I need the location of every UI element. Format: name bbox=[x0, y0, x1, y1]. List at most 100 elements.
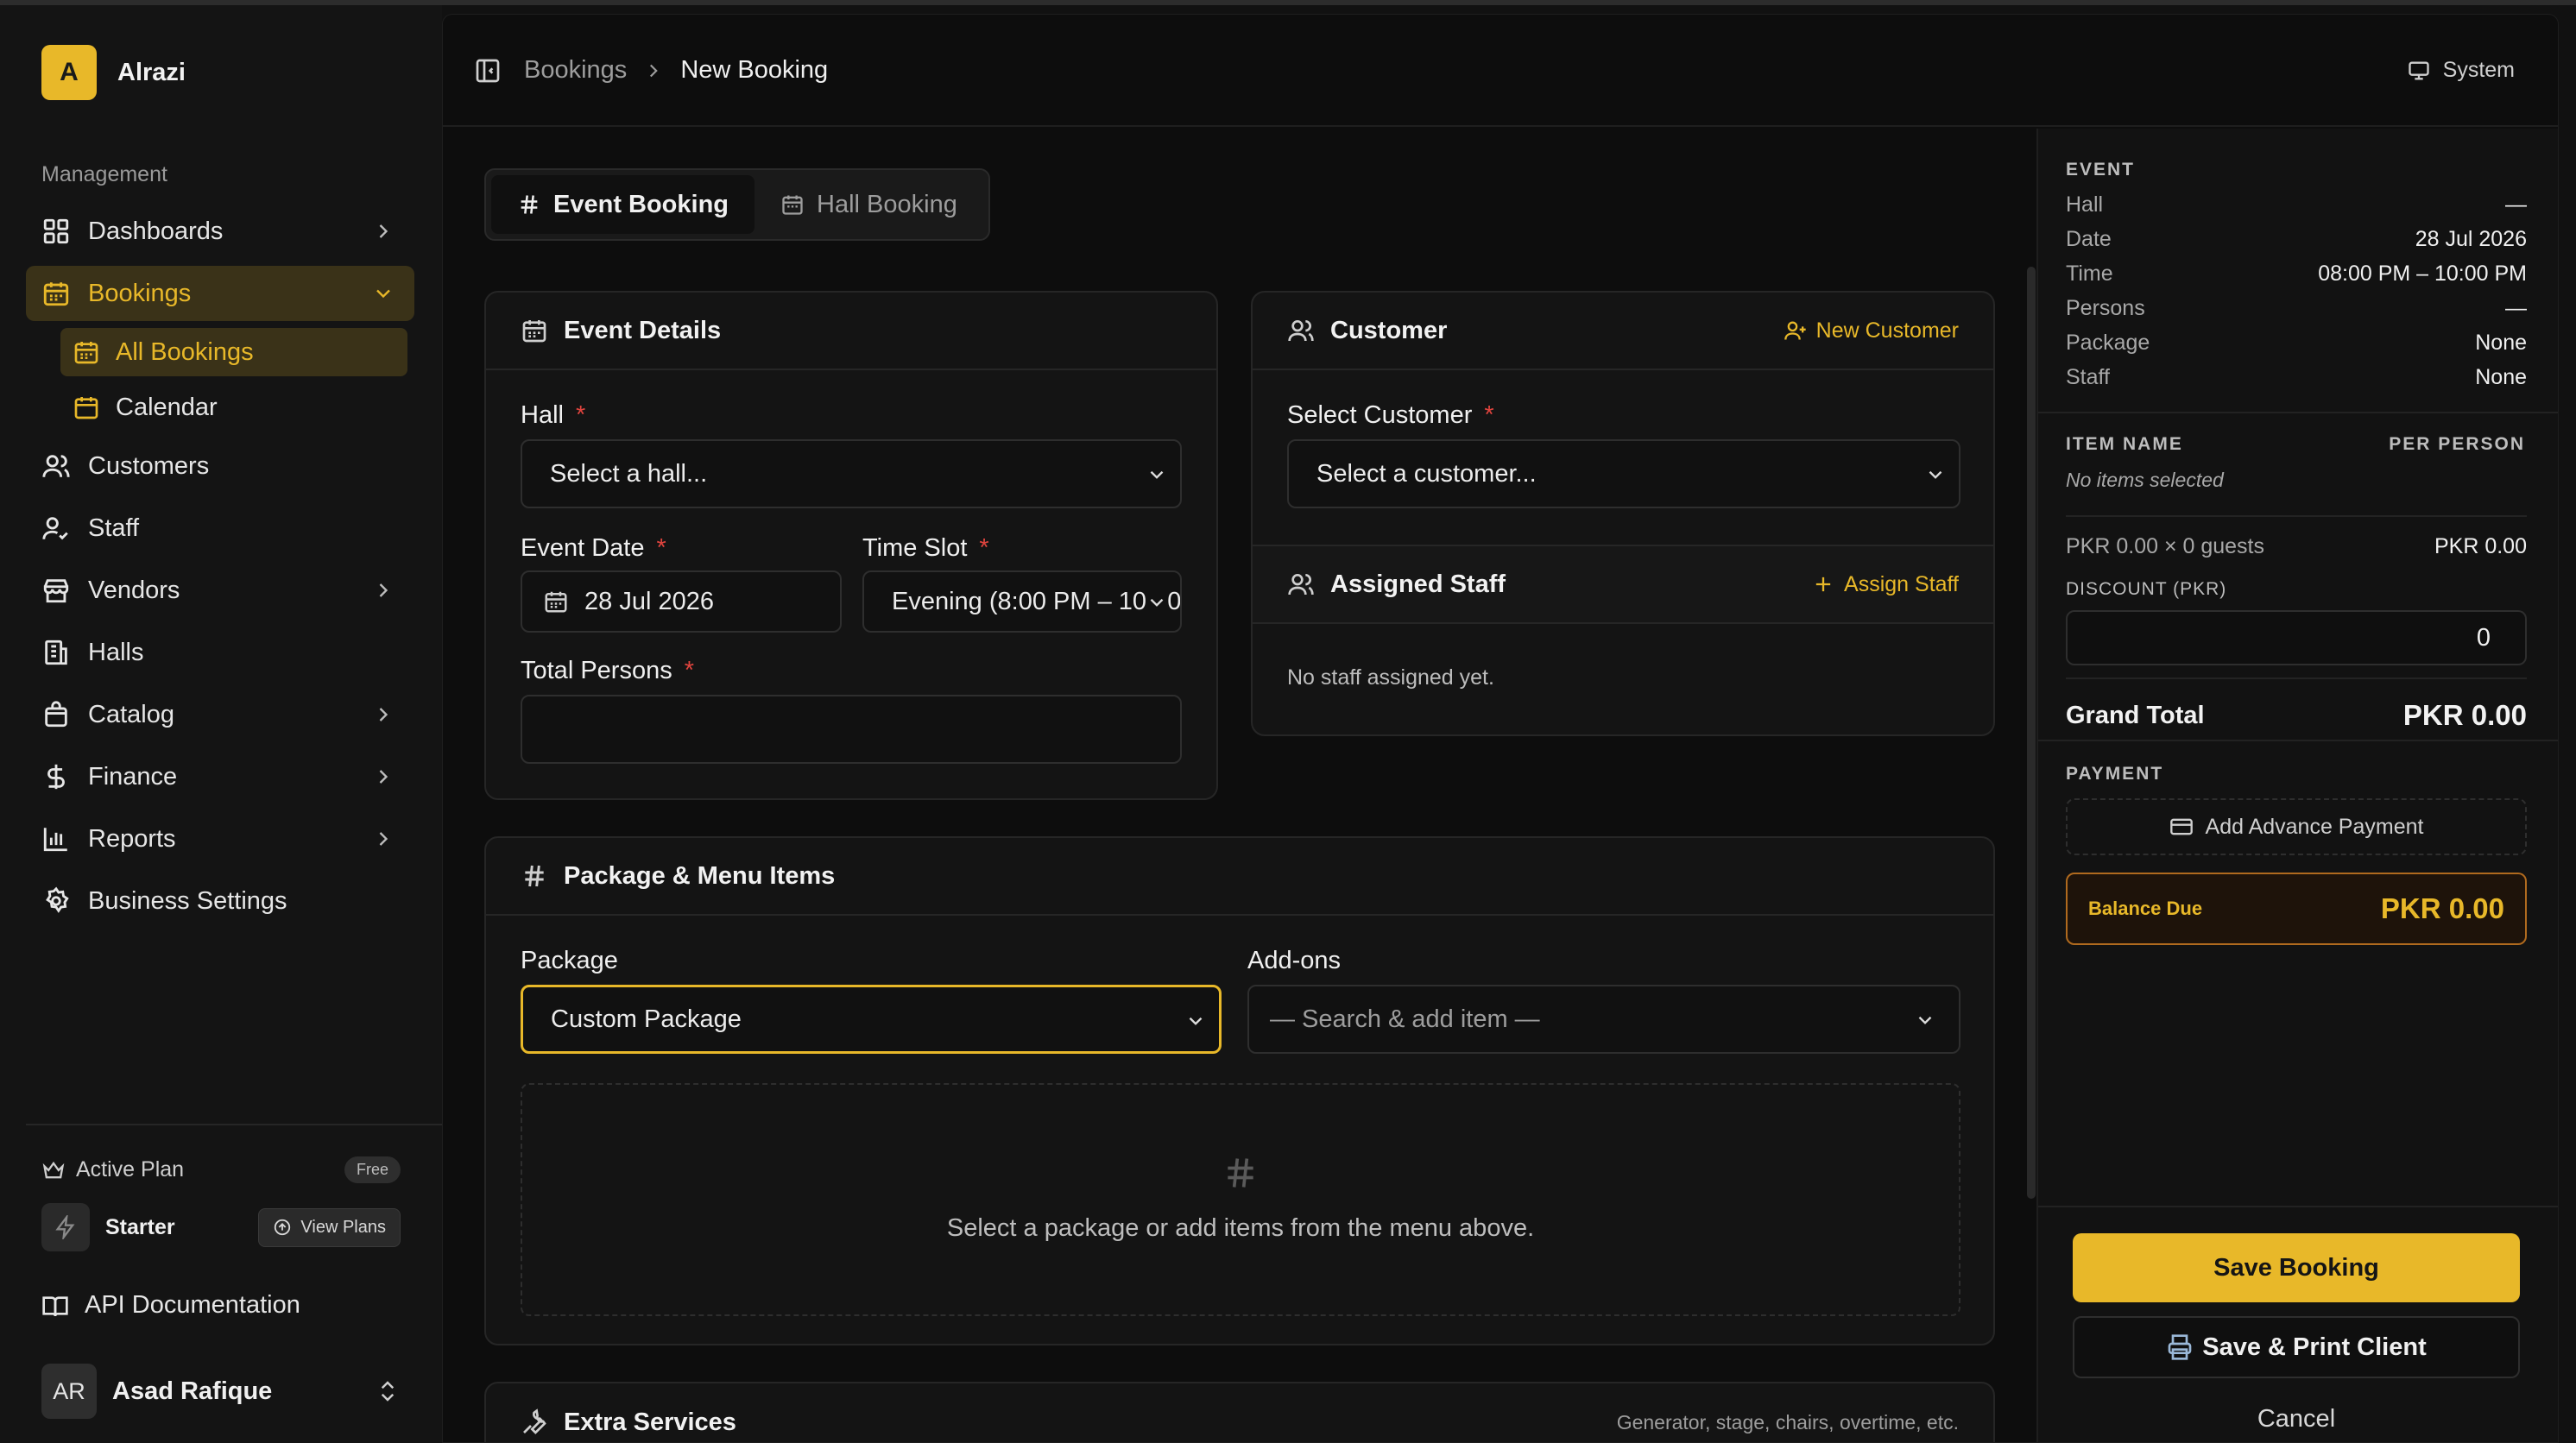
discount-input[interactable]: 0 bbox=[2066, 610, 2527, 665]
required-marker: * bbox=[575, 401, 586, 429]
sidebar-item-catalog[interactable]: Catalog bbox=[26, 687, 414, 742]
summary-event-title: EVENT bbox=[2066, 160, 2136, 180]
crown-icon bbox=[42, 1161, 65, 1178]
tab-event-booking[interactable]: Event Booking bbox=[491, 175, 755, 234]
event-date-value: 28 Jul 2026 bbox=[584, 587, 714, 615]
view-plans-button[interactable]: View Plans bbox=[258, 1207, 401, 1247]
calendar-icon bbox=[43, 282, 69, 306]
summary-key: Hall bbox=[2066, 192, 2104, 217]
summary-row-persons: Persons — bbox=[2066, 296, 2527, 321]
event-date-picker[interactable]: 28 Jul 2026 bbox=[521, 570, 842, 633]
summary-key: Date bbox=[2066, 227, 2112, 251]
save-print-client-button[interactable]: Save & Print Client bbox=[2073, 1316, 2520, 1378]
sidebar-item-finance[interactable]: Finance bbox=[26, 749, 414, 804]
package-label: Package bbox=[521, 947, 618, 974]
summary-row-hall: Hall — bbox=[2066, 192, 2527, 217]
api-documentation-link[interactable]: API Documentation bbox=[41, 1291, 300, 1320]
grand-total-value: PKR 0.00 bbox=[2402, 699, 2527, 731]
sidebar-item-label: Catalog bbox=[88, 700, 174, 728]
tab-label: Hall Booking bbox=[817, 190, 957, 218]
summary-row-date: Date 28 Jul 2026 bbox=[2066, 227, 2527, 252]
total-persons-label: Total Persons * bbox=[521, 657, 694, 685]
package-items-empty-state: Select a package or add items from the m… bbox=[521, 1083, 1960, 1316]
sidebar-item-label: Vendors bbox=[88, 576, 180, 604]
theme-system-label: System bbox=[2442, 58, 2515, 82]
grid-icon bbox=[43, 218, 69, 244]
required-marker: * bbox=[1484, 401, 1494, 429]
hall-select[interactable]: Select a hall... bbox=[521, 439, 1182, 508]
required-marker: * bbox=[979, 534, 989, 562]
time-slot-select[interactable]: Evening (8:00 PM – 10:00 PM) bbox=[862, 570, 1182, 633]
select-customer-label: Select Customer * bbox=[1287, 401, 1494, 430]
sidebar-toggle-icon[interactable] bbox=[474, 57, 502, 85]
required-marker: * bbox=[684, 657, 694, 684]
chevron-right-icon bbox=[650, 64, 659, 77]
summary-row-package: Package None bbox=[2066, 331, 2527, 356]
assign-staff-button[interactable]: Assign Staff bbox=[1811, 572, 1959, 597]
total-persons-input[interactable] bbox=[521, 695, 1182, 764]
user-menu[interactable]: AR Asad Rafique bbox=[41, 1364, 401, 1419]
breadcrumb-bookings[interactable]: Bookings bbox=[524, 56, 627, 85]
sidebar-item-vendors[interactable]: Vendors bbox=[26, 563, 414, 618]
sidebar-item-customers[interactable]: Customers bbox=[26, 438, 414, 494]
main-panel: Bookings New Booking System Event Bookin… bbox=[442, 14, 2559, 1443]
assigned-staff-title: Assigned Staff bbox=[1330, 570, 1506, 598]
book-open-icon bbox=[42, 1295, 68, 1316]
sidebar-divider bbox=[26, 1124, 442, 1125]
package-menu-title: Package & Menu Items bbox=[564, 861, 836, 890]
cancel-button[interactable]: Cancel bbox=[2073, 1397, 2520, 1440]
sidebar-item-bookings[interactable]: Bookings bbox=[26, 266, 414, 321]
payment-title: PAYMENT bbox=[2066, 764, 2164, 784]
sidebar-item-label: Dashboards bbox=[88, 217, 224, 245]
plan-badge: Free bbox=[344, 1156, 401, 1183]
summary-divider bbox=[2066, 515, 2527, 517]
event-date-label-text: Event Date bbox=[521, 534, 645, 562]
users-icon bbox=[1288, 574, 1314, 595]
plus-icon bbox=[1815, 577, 1831, 592]
sidebar-item-halls[interactable]: Halls bbox=[26, 625, 414, 680]
brand[interactable]: A Alrazi bbox=[41, 45, 186, 100]
customer-select[interactable]: Select a customer... bbox=[1287, 439, 1960, 508]
booking-form: Event Booking Hall Booking Event Details… bbox=[443, 129, 2036, 1442]
calendar-icon bbox=[74, 342, 98, 364]
tab-hall-booking[interactable]: Hall Booking bbox=[754, 175, 983, 234]
avatar: AR bbox=[41, 1364, 97, 1419]
sidebar-item-reports[interactable]: Reports bbox=[26, 811, 414, 866]
discount-label: DISCOUNT (PKR) bbox=[2066, 579, 2227, 599]
save-booking-button[interactable]: Save Booking bbox=[2073, 1233, 2520, 1302]
plan-row: Starter View Plans bbox=[41, 1203, 401, 1251]
sidebar-item-label: Finance bbox=[88, 762, 178, 791]
user-name: Asad Rafique bbox=[112, 1377, 273, 1405]
api-documentation-label: API Documentation bbox=[85, 1291, 300, 1319]
customer-header: Customer New Customer bbox=[1253, 293, 1993, 370]
calendar-icon bbox=[545, 591, 567, 613]
sidebar-subitem-all-bookings[interactable]: All Bookings bbox=[60, 328, 407, 376]
sidebar-subitem-calendar[interactable]: Calendar bbox=[60, 383, 407, 432]
extra-services-card: Extra Services Generator, stage, chairs,… bbox=[484, 1382, 1995, 1442]
add-advance-payment-button[interactable]: Add Advance Payment bbox=[2066, 798, 2527, 855]
hall-label-text: Hall bbox=[521, 401, 564, 429]
sidebar-item-staff[interactable]: Staff bbox=[26, 501, 414, 556]
calendar-icon bbox=[522, 320, 546, 343]
addons-search-select[interactable]: — Search & add item — bbox=[1247, 985, 1960, 1054]
no-staff-message: No staff assigned yet. bbox=[1287, 665, 1494, 690]
credit-card-icon bbox=[2169, 818, 2193, 835]
sidebar-subitem-label: All Bookings bbox=[116, 337, 254, 366]
package-select[interactable]: Custom Package bbox=[521, 985, 1222, 1054]
form-scrollbar[interactable] bbox=[2027, 267, 2036, 1199]
assigned-staff-header: Assigned Staff Assign Staff bbox=[1253, 546, 1993, 624]
sidebar-item-label: Bookings bbox=[88, 279, 192, 307]
new-customer-button[interactable]: New Customer bbox=[1784, 318, 1959, 343]
sidebar-item-business-settings[interactable]: Business Settings bbox=[26, 873, 414, 929]
summary-key: Staff bbox=[2066, 365, 2110, 389]
tab-label: Event Booking bbox=[553, 190, 729, 218]
item-name-header: ITEM NAME bbox=[2066, 434, 2183, 454]
chevron-down-icon bbox=[1184, 1010, 1207, 1032]
extra-services-header[interactable]: Extra Services Generator, stage, chairs,… bbox=[486, 1383, 1993, 1442]
shopping-bag-icon bbox=[45, 701, 67, 728]
sidebar-item-dashboards[interactable]: Dashboards bbox=[26, 204, 414, 259]
theme-system-button[interactable]: System bbox=[2407, 58, 2515, 83]
arrow-up-circle-icon bbox=[275, 1219, 291, 1236]
calc-label: PKR 0.00 × 0 guests bbox=[2066, 534, 2265, 558]
chevron-down-icon bbox=[1146, 591, 1168, 614]
